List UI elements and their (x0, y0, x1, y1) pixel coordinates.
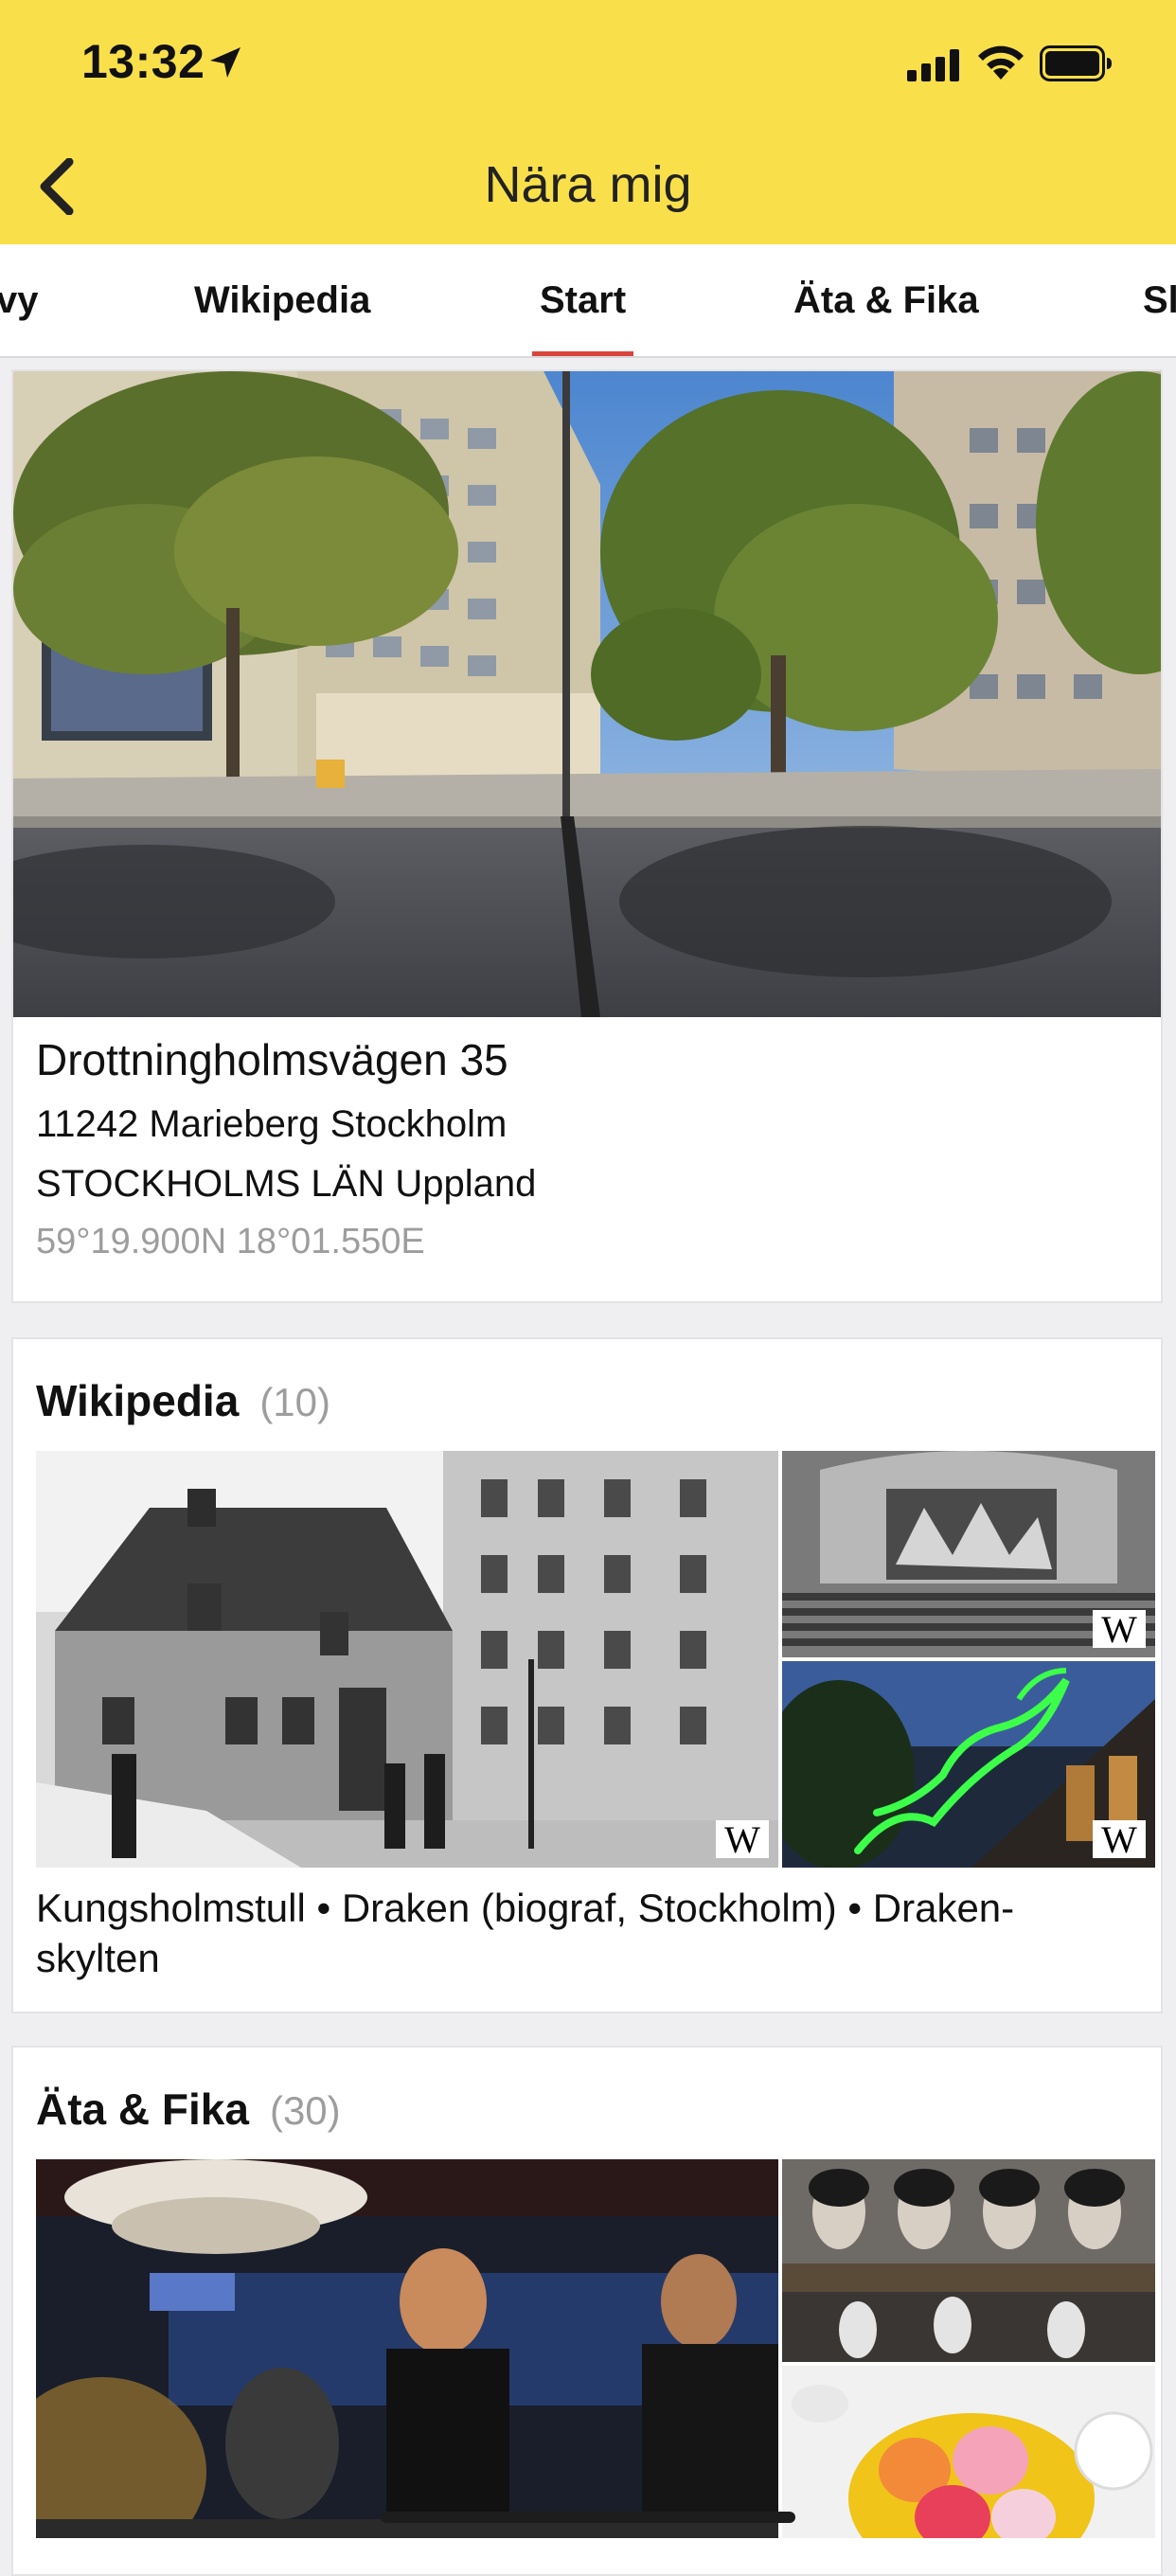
wikipedia-badge-icon: W (1093, 1820, 1146, 1860)
section-count: (10) (259, 1380, 331, 1424)
food-photo-restaurant-bar[interactable] (36, 2159, 778, 2538)
section-title: Wikipedia (10) (36, 1375, 330, 1426)
page-title: Nära mig (484, 156, 692, 213)
status-bar: 13:32 (0, 0, 1176, 125)
category-tabs: vy Wikipedia Start Äta & Fika Sl (0, 244, 1176, 358)
section-title-text: Wikipedia (36, 1376, 240, 1425)
street-view-photo[interactable] (13, 371, 1161, 1017)
section-title: Äta & Fika (30) (36, 2084, 341, 2135)
wikipedia-badge-icon: W (1093, 1610, 1146, 1650)
wiki-photo-kungsholmstull[interactable]: W (36, 1451, 778, 1868)
tab-partial[interactable]: Sl (1143, 244, 1176, 354)
street-address: Drottningholmsvägen 35 (36, 1035, 508, 1084)
section-description: Kungsholmstull • Draken (biograf, Stockh… (36, 1886, 1015, 1980)
wiki-photo-draken-skylten[interactable]: W (782, 1661, 1155, 1868)
navigation-bar: Nära mig (0, 133, 1176, 244)
food-card[interactable]: Äta & Fika (30) (11, 2046, 1163, 2576)
wifi-icon (975, 42, 1026, 81)
wikipedia-card[interactable]: Wikipedia (10) W W W Kungsholmstull • Dr… (11, 1337, 1163, 2013)
region: STOCKHOLMS LÄN Uppland (36, 1163, 537, 1205)
location-card[interactable]: Drottningholmsvägen 35 11242 Marieberg S… (11, 369, 1163, 1303)
tab-start[interactable]: Start (531, 244, 634, 356)
home-indicator[interactable] (381, 2512, 795, 2523)
cellular-signal-icon (907, 49, 962, 81)
tab-wikipedia[interactable]: Wikipedia (194, 244, 370, 354)
top-header: 13:32 Nära mig (0, 0, 1176, 244)
wikipedia-badge-icon: W (716, 1820, 769, 1860)
coordinates: 59°19.900N 18°01.550E (36, 1222, 425, 1261)
status-time: 13:32 (81, 35, 205, 88)
tab-ata-fika[interactable]: Äta & Fika (793, 244, 979, 354)
section-count: (30) (269, 2088, 341, 2133)
postal-city: 11242 Marieberg Stockholm (36, 1103, 508, 1145)
food-photo-mural-restaurant[interactable] (782, 2159, 1155, 2362)
location-arrow-icon (206, 44, 244, 81)
wiki-photo-draken-biograf[interactable]: W (782, 1451, 1155, 1657)
tab-vy[interactable]: vy (0, 244, 39, 354)
food-photo-ice-cream[interactable] (782, 2366, 1155, 2538)
section-title-text: Äta & Fika (36, 2084, 249, 2134)
battery-icon (1040, 45, 1114, 81)
